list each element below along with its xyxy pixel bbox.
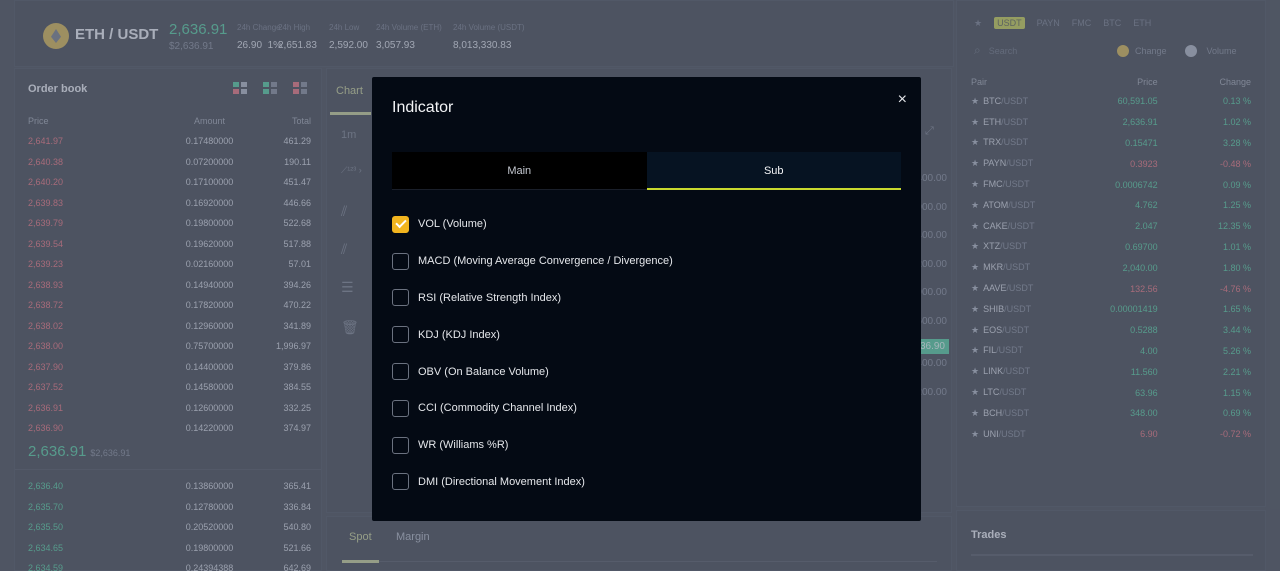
- indicator-option[interactable]: KDJ (KDJ Index): [392, 316, 673, 353]
- tab-sub[interactable]: Sub: [646, 152, 901, 190]
- indicator-checkbox[interactable]: [392, 215, 409, 233]
- indicator-option[interactable]: WR (Williams %R): [392, 427, 673, 464]
- indicator-checkbox[interactable]: [392, 473, 409, 491]
- indicator-label: CCI (Commodity Channel Index): [418, 402, 577, 415]
- indicator-checkbox[interactable]: [392, 363, 409, 381]
- indicator-checkbox[interactable]: [392, 436, 409, 454]
- indicator-checkbox[interactable]: [392, 326, 409, 344]
- indicator-option[interactable]: MACD (Moving Average Convergence / Diver…: [392, 243, 673, 280]
- modal-title: Indicator: [392, 99, 454, 116]
- indicator-option[interactable]: DMI (Directional Movement Index): [392, 464, 673, 501]
- indicator-checkbox[interactable]: [392, 399, 409, 417]
- indicator-tabs: Main Sub: [392, 152, 901, 190]
- indicator-label: MACD (Moving Average Convergence / Diver…: [418, 255, 673, 268]
- indicator-label: KDJ (KDJ Index): [418, 328, 500, 341]
- tab-main[interactable]: Main: [392, 152, 647, 189]
- indicator-label: RSI (Relative Strength Index): [418, 291, 562, 304]
- indicator-option[interactable]: OBV (On Balance Volume): [392, 353, 673, 390]
- indicator-option[interactable]: RSI (Relative Strength Index): [392, 280, 673, 317]
- indicator-label: VOL (Volume): [418, 218, 487, 231]
- indicator-modal: Indicator × Main Sub VOL (Volume) MACD (M…: [372, 77, 921, 521]
- indicator-options: VOL (Volume) MACD (Moving Average Converg…: [392, 206, 673, 500]
- indicator-checkbox[interactable]: [392, 289, 409, 307]
- indicator-label: DMI (Directional Movement Index): [418, 475, 585, 488]
- indicator-label: OBV (On Balance Volume): [418, 365, 549, 378]
- indicator-label: WR (Williams %R): [418, 439, 509, 452]
- indicator-checkbox[interactable]: [392, 252, 409, 270]
- close-icon[interactable]: ×: [898, 91, 907, 109]
- indicator-option[interactable]: VOL (Volume): [392, 206, 673, 243]
- indicator-option[interactable]: CCI (Commodity Channel Index): [392, 390, 673, 427]
